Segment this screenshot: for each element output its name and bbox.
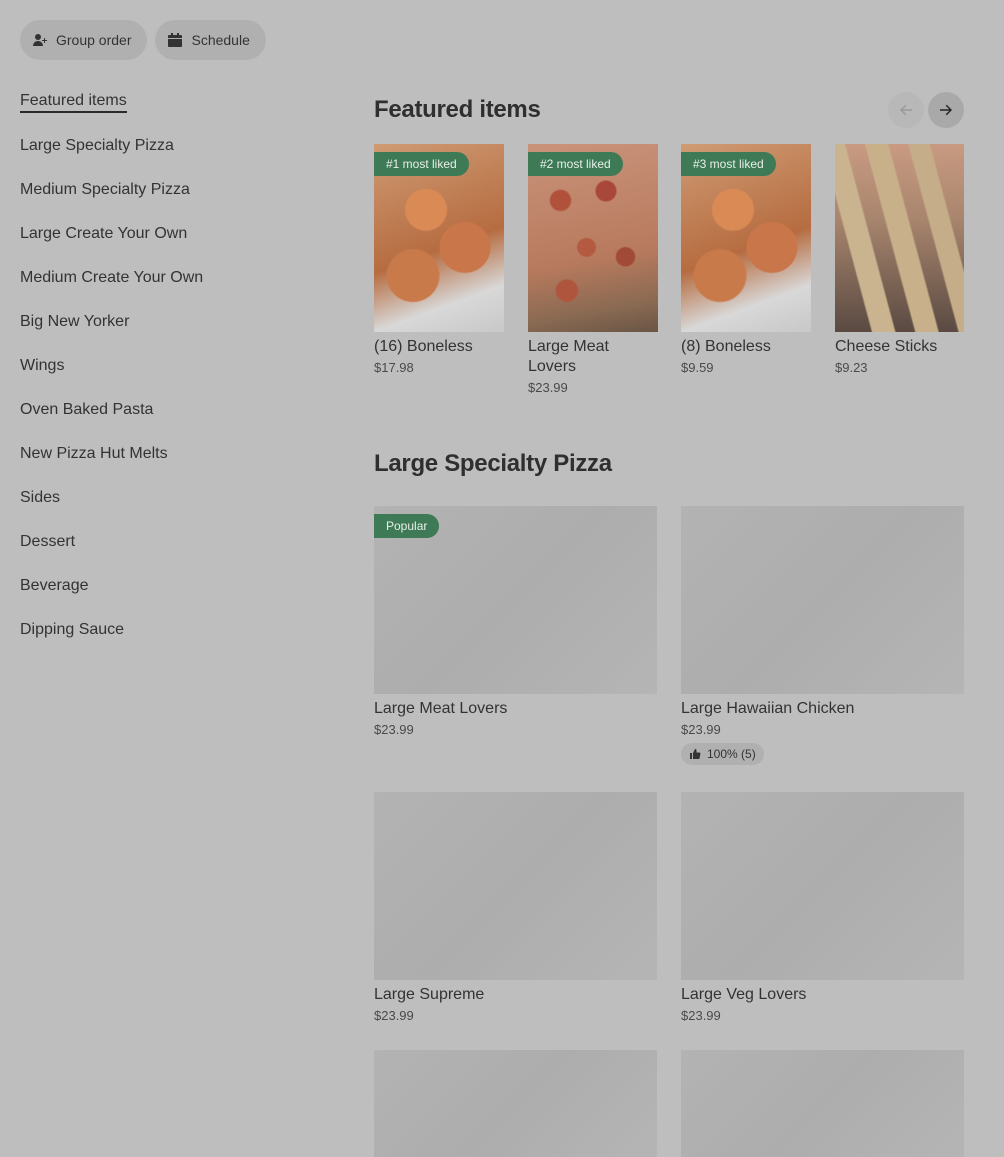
arrow-right-icon [940, 104, 952, 116]
rating-text: 100% (5) [707, 747, 756, 761]
menu-item-card[interactable] [374, 1050, 657, 1157]
schedule-button[interactable]: Schedule [155, 20, 266, 60]
sidebar-item-beverage[interactable]: Beverage [20, 564, 320, 608]
item-price: $23.99 [681, 722, 721, 737]
featured-card[interactable]: #3 most liked (8) Boneless $9.59 [681, 144, 811, 375]
popular-badge: Popular [374, 514, 440, 538]
item-image [374, 1050, 657, 1157]
item-image: Popular [374, 506, 657, 694]
item-name: Large Hawaiian Chicken [681, 700, 855, 717]
item-image [835, 144, 964, 332]
sidebar-item-big-new-yorker[interactable]: Big New Yorker [20, 300, 320, 344]
rank-badge: #3 most liked [681, 152, 776, 176]
carousel-next-button[interactable] [928, 92, 964, 128]
sidebar-item-label: New Pizza Hut Melts [20, 445, 168, 462]
sidebar-item-label: Big New Yorker [20, 313, 130, 330]
section-title: Large Specialty Pizza [374, 450, 612, 477]
item-image [374, 792, 657, 980]
section-title: Featured items [374, 96, 541, 123]
sidebar-item-label: Medium Create Your Own [20, 269, 204, 286]
featured-card[interactable]: #2 most liked Large Meat Lovers $23.99 [528, 144, 658, 395]
item-price: $9.23 [835, 360, 868, 375]
item-price: $23.99 [374, 722, 414, 737]
featured-section: Featured items #1 most liked (16) Bonele… [374, 88, 964, 395]
sidebar-item-label: Featured items [20, 92, 127, 113]
sidebar-item-medium-specialty-pizza[interactable]: Medium Specialty Pizza [20, 168, 320, 212]
schedule-label: Schedule [191, 32, 250, 48]
item-image [681, 506, 964, 694]
sidebar-item-label: Oven Baked Pasta [20, 401, 154, 418]
item-price: $23.99 [528, 380, 568, 395]
menu-item-card[interactable]: Large Supreme $23.99 [374, 792, 657, 1023]
sidebar-item-label: Large Create Your Own [20, 225, 188, 242]
featured-carousel: #1 most liked (16) Boneless $17.98 #2 mo… [374, 144, 964, 414]
item-image [681, 1050, 964, 1157]
featured-card[interactable]: #1 most liked (16) Boneless $17.98 [374, 144, 504, 375]
featured-card[interactable]: Cheese Sticks $9.23 [835, 144, 964, 375]
sidebar-item-label: Large Specialty Pizza [20, 137, 174, 154]
menu-item-card[interactable] [681, 1050, 964, 1157]
category-sidebar: Featured items Large Specialty Pizza Med… [20, 80, 320, 652]
menu-item-card[interactable]: Large Veg Lovers $23.99 [681, 792, 964, 1023]
sidebar-item-label: Wings [20, 357, 65, 374]
sidebar-item-large-specialty-pizza[interactable]: Large Specialty Pizza [20, 124, 320, 168]
item-price: $17.98 [374, 360, 414, 375]
item-price: $9.59 [681, 360, 714, 375]
item-name: Large Veg Lovers [681, 986, 807, 1003]
sidebar-item-label: Beverage [20, 577, 89, 594]
sidebar-item-oven-baked-pasta[interactable]: Oven Baked Pasta [20, 388, 320, 432]
item-image [681, 792, 964, 980]
arrow-left-icon [900, 104, 912, 116]
item-price: $23.99 [374, 1008, 414, 1023]
menu-item-card[interactable]: Popular Large Meat Lovers $23.99 [374, 506, 657, 737]
sidebar-item-large-create-your-own[interactable]: Large Create Your Own [20, 212, 320, 256]
rank-badge: #1 most liked [374, 152, 469, 176]
sidebar-item-new-pizza-hut-melts[interactable]: New Pizza Hut Melts [20, 432, 320, 476]
group-order-label: Group order [56, 32, 132, 48]
sidebar-item-label: Medium Specialty Pizza [20, 181, 190, 198]
sidebar-item-label: Dessert [20, 533, 76, 550]
sidebar-item-label: Dipping Sauce [20, 621, 125, 638]
item-name: (16) Boneless [374, 338, 473, 355]
item-image: #1 most liked [374, 144, 504, 332]
sidebar-item-label: Sides [20, 489, 61, 506]
sidebar-item-wings[interactable]: Wings [20, 344, 320, 388]
item-name: Large Supreme [374, 986, 485, 1003]
item-price: $23.99 [681, 1008, 721, 1023]
large-specialty-section: Large Specialty Pizza Popular Large Meat… [374, 450, 964, 1157]
item-name: (8) Boneless [681, 338, 771, 355]
item-name: Large Meat Lovers [374, 700, 508, 717]
carousel-controls [888, 92, 964, 128]
sidebar-item-medium-create-your-own[interactable]: Medium Create Your Own [20, 256, 320, 300]
carousel-prev-button[interactable] [888, 92, 924, 128]
item-image: #2 most liked [528, 144, 658, 332]
sidebar-item-featured-items[interactable]: Featured items [20, 80, 320, 124]
sidebar-item-sides[interactable]: Sides [20, 476, 320, 520]
add-person-icon [33, 34, 47, 46]
rating-badge: 100% (5) [681, 743, 764, 765]
calendar-icon [168, 33, 183, 47]
rank-badge: #2 most liked [528, 152, 623, 176]
item-name: Large Meat Lovers [528, 338, 609, 375]
top-actions: Group order Schedule [20, 20, 266, 60]
item-name: Cheese Sticks [835, 338, 938, 355]
sidebar-item-dessert[interactable]: Dessert [20, 520, 320, 564]
group-order-button[interactable]: Group order [20, 20, 148, 60]
featured-header: Featured items [374, 88, 964, 132]
thumbs-up-icon [690, 749, 701, 759]
item-image: #3 most liked [681, 144, 811, 332]
sidebar-item-dipping-sauce[interactable]: Dipping Sauce [20, 608, 320, 652]
menu-item-card[interactable]: Large Hawaiian Chicken $23.99 100% (5) [681, 506, 964, 765]
